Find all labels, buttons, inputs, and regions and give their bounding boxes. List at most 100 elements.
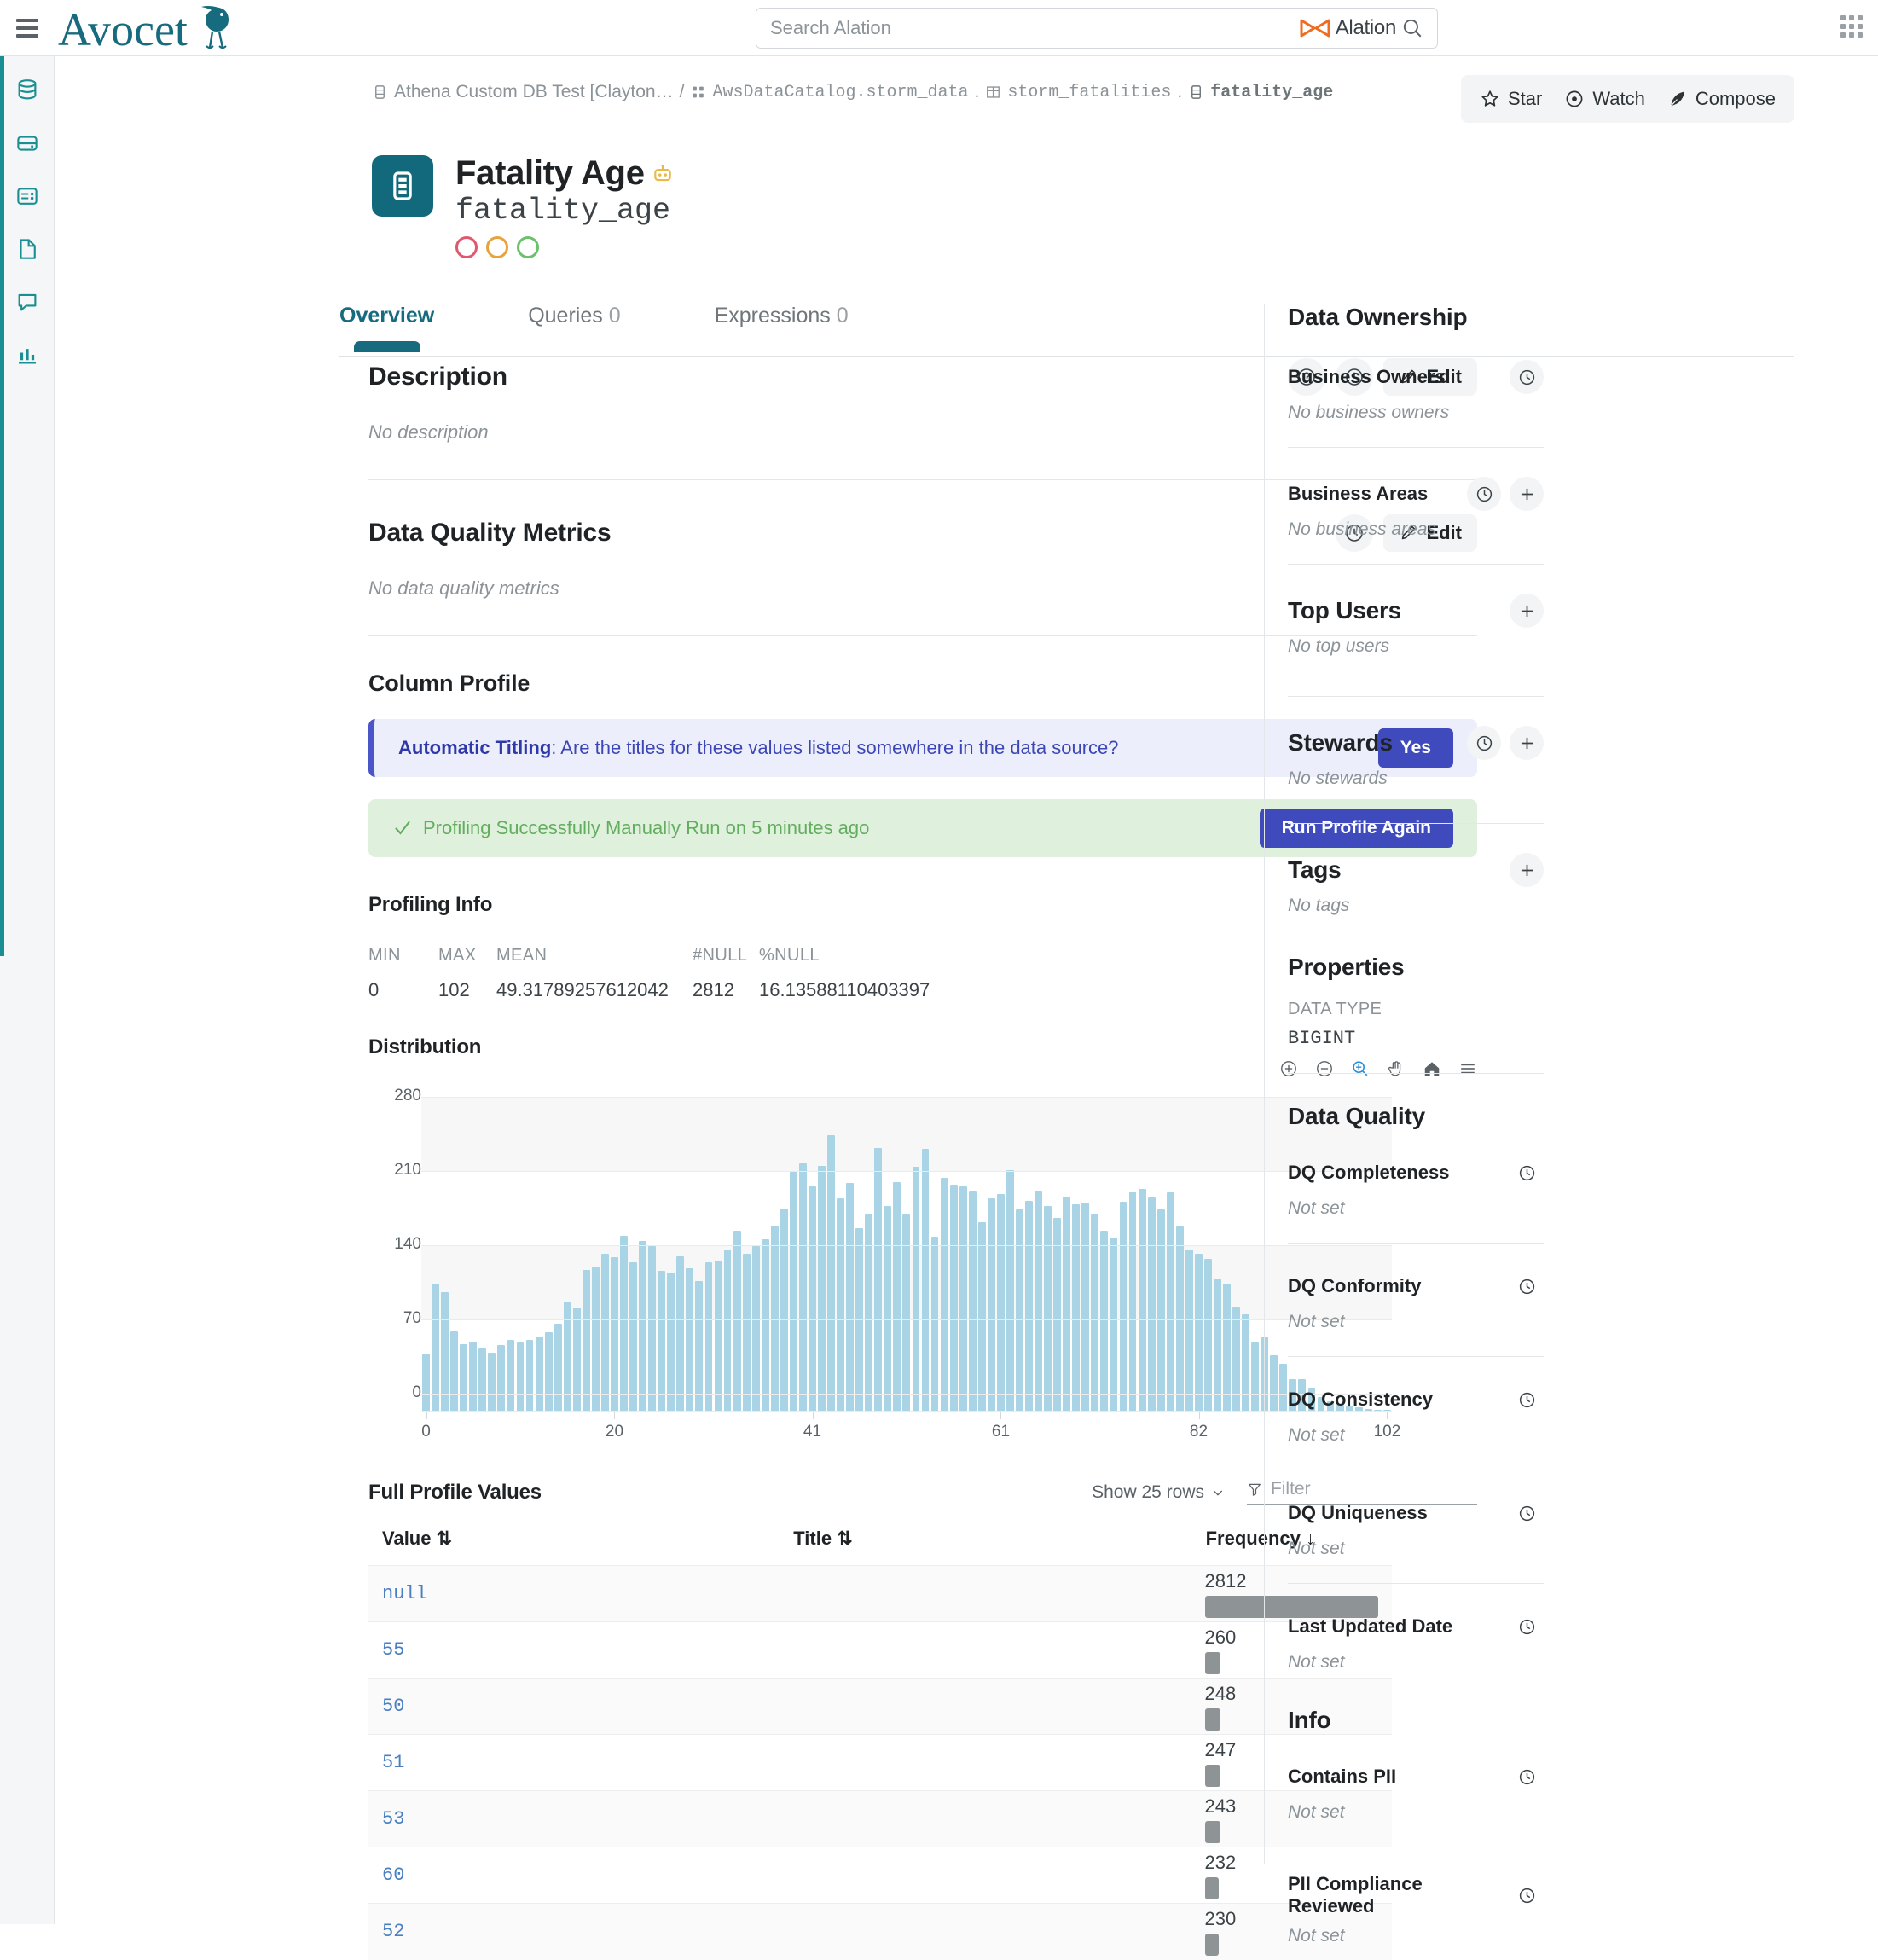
histogram-bar[interactable] [516, 1342, 525, 1411]
histogram-bar[interactable] [629, 1262, 637, 1411]
histogram-bar[interactable] [761, 1238, 769, 1411]
table-row[interactable]: 51 247 [368, 1734, 1392, 1791]
compose-button[interactable]: Compose [1667, 88, 1776, 110]
hamburger-menu-icon[interactable] [0, 18, 55, 38]
histogram-bar[interactable] [1100, 1230, 1109, 1411]
histogram-bar[interactable] [893, 1181, 901, 1411]
table-row[interactable]: 60 232 [368, 1847, 1392, 1904]
histogram-bar[interactable] [1223, 1283, 1231, 1411]
histogram-bar[interactable] [996, 1194, 1005, 1411]
histogram-bar[interactable] [949, 1185, 958, 1411]
histogram-bar[interactable] [422, 1353, 430, 1411]
histogram-bar[interactable] [620, 1235, 628, 1411]
app-grid-icon[interactable] [1840, 15, 1863, 38]
histogram-bar[interactable] [968, 1190, 977, 1411]
quality-dot-red[interactable] [455, 236, 478, 259]
histogram-bar[interactable] [798, 1163, 807, 1411]
value-link[interactable]: 51 [382, 1752, 404, 1773]
histogram-bar[interactable] [733, 1230, 741, 1411]
histogram-bar[interactable] [676, 1255, 685, 1411]
histogram-bar[interactable] [902, 1213, 911, 1411]
histogram-bar[interactable] [1185, 1250, 1193, 1411]
histogram-bar[interactable] [959, 1186, 967, 1411]
histogram-bar[interactable] [525, 1339, 534, 1411]
value-link[interactable]: 55 [382, 1639, 404, 1661]
tab-overview[interactable]: Overview [339, 299, 434, 347]
dq-history-button[interactable] [1510, 1496, 1544, 1530]
histogram-bar[interactable] [770, 1225, 779, 1411]
search-bar[interactable]: Alation [756, 8, 1438, 49]
histogram-bar[interactable] [874, 1147, 883, 1411]
histogram-bar[interactable] [865, 1213, 873, 1411]
business-areas-add-button[interactable] [1510, 477, 1544, 511]
table-row[interactable]: null 2812 [368, 1565, 1392, 1622]
histogram-bar[interactable] [930, 1237, 939, 1411]
histogram-bar[interactable] [912, 1167, 920, 1411]
histogram-bar[interactable] [1251, 1342, 1260, 1411]
table-row[interactable]: 52 230 [368, 1903, 1392, 1960]
histogram-bar[interactable] [1025, 1200, 1033, 1411]
star-button[interactable]: Star [1480, 88, 1542, 110]
tab-queries[interactable]: Queries 0 [528, 299, 620, 347]
histogram-bar[interactable] [827, 1134, 835, 1411]
table-row[interactable]: 55 260 [368, 1621, 1392, 1679]
histogram-bar[interactable] [987, 1198, 995, 1411]
value-link[interactable]: null [382, 1583, 427, 1604]
histogram-bar[interactable] [639, 1241, 647, 1411]
value-link[interactable]: 53 [382, 1808, 404, 1830]
histogram-bar[interactable] [940, 1177, 948, 1411]
histogram-bar[interactable] [1063, 1196, 1071, 1411]
histogram-bar[interactable] [1081, 1203, 1090, 1411]
histogram-bar[interactable] [1214, 1278, 1221, 1411]
histogram-bar[interactable] [884, 1206, 892, 1411]
histogram-bar[interactable] [1053, 1217, 1062, 1411]
histogram-bar[interactable] [450, 1331, 459, 1411]
robot-icon[interactable] [652, 163, 674, 185]
stewards-add-button[interactable] [1510, 726, 1544, 760]
histogram-bar[interactable] [1242, 1313, 1250, 1411]
histogram-bar[interactable] [1006, 1169, 1014, 1411]
search-input[interactable] [770, 17, 1300, 39]
nav-item-chat[interactable] [9, 283, 46, 321]
col-title[interactable]: Title ⇅ [780, 1528, 1191, 1566]
histogram-bar[interactable] [582, 1269, 590, 1411]
tab-expressions[interactable]: Expressions 0 [715, 299, 849, 347]
histogram-bar[interactable] [1128, 1191, 1137, 1411]
histogram-bar[interactable] [1166, 1192, 1174, 1411]
value-link[interactable]: 60 [382, 1864, 404, 1886]
histogram-bar[interactable] [686, 1268, 694, 1411]
histogram-bar[interactable] [1016, 1209, 1023, 1411]
histogram-bar[interactable] [1175, 1226, 1184, 1411]
distribution-chart[interactable]: 0 70 140 210 280 0 20 41 61 82 102 [368, 1085, 1400, 1443]
dq-history-button[interactable] [1510, 1269, 1544, 1303]
histogram-bar[interactable] [1232, 1307, 1240, 1411]
histogram-bar[interactable] [600, 1254, 609, 1411]
histogram-bar[interactable] [1279, 1364, 1288, 1411]
histogram-bar[interactable] [658, 1270, 666, 1411]
table-row[interactable]: 53 243 [368, 1790, 1392, 1847]
quality-dot-orange[interactable] [486, 236, 508, 259]
histogram-bar[interactable] [809, 1186, 816, 1411]
business-areas-history-button[interactable] [1467, 477, 1501, 511]
histogram-bar[interactable] [818, 1165, 826, 1411]
histogram-bar[interactable] [751, 1246, 760, 1411]
breadcrumb-source[interactable]: Athena Custom DB Test [Clayton… [394, 82, 674, 102]
histogram-bar[interactable] [572, 1308, 581, 1411]
breadcrumb-catalog[interactable]: AwsDataCatalog.storm_data [712, 83, 968, 102]
histogram-bar[interactable] [714, 1260, 722, 1411]
info-history-button[interactable] [1510, 1878, 1544, 1912]
histogram-bar[interactable] [1044, 1206, 1052, 1411]
histogram-bar[interactable] [1194, 1254, 1203, 1411]
business-owners-history-button[interactable] [1510, 360, 1544, 394]
histogram-bar[interactable] [535, 1337, 543, 1411]
search-icon[interactable] [1401, 17, 1423, 39]
histogram-bar[interactable] [469, 1342, 478, 1411]
histogram-bar[interactable] [704, 1262, 713, 1411]
histogram-bar[interactable] [544, 1332, 553, 1411]
quality-dot-green[interactable] [517, 236, 539, 259]
nav-item-database[interactable] [9, 72, 46, 109]
histogram-bar[interactable] [921, 1149, 930, 1411]
nav-item-analytics[interactable] [9, 336, 46, 374]
histogram-bar[interactable] [723, 1250, 732, 1411]
histogram-bar[interactable] [554, 1324, 562, 1411]
